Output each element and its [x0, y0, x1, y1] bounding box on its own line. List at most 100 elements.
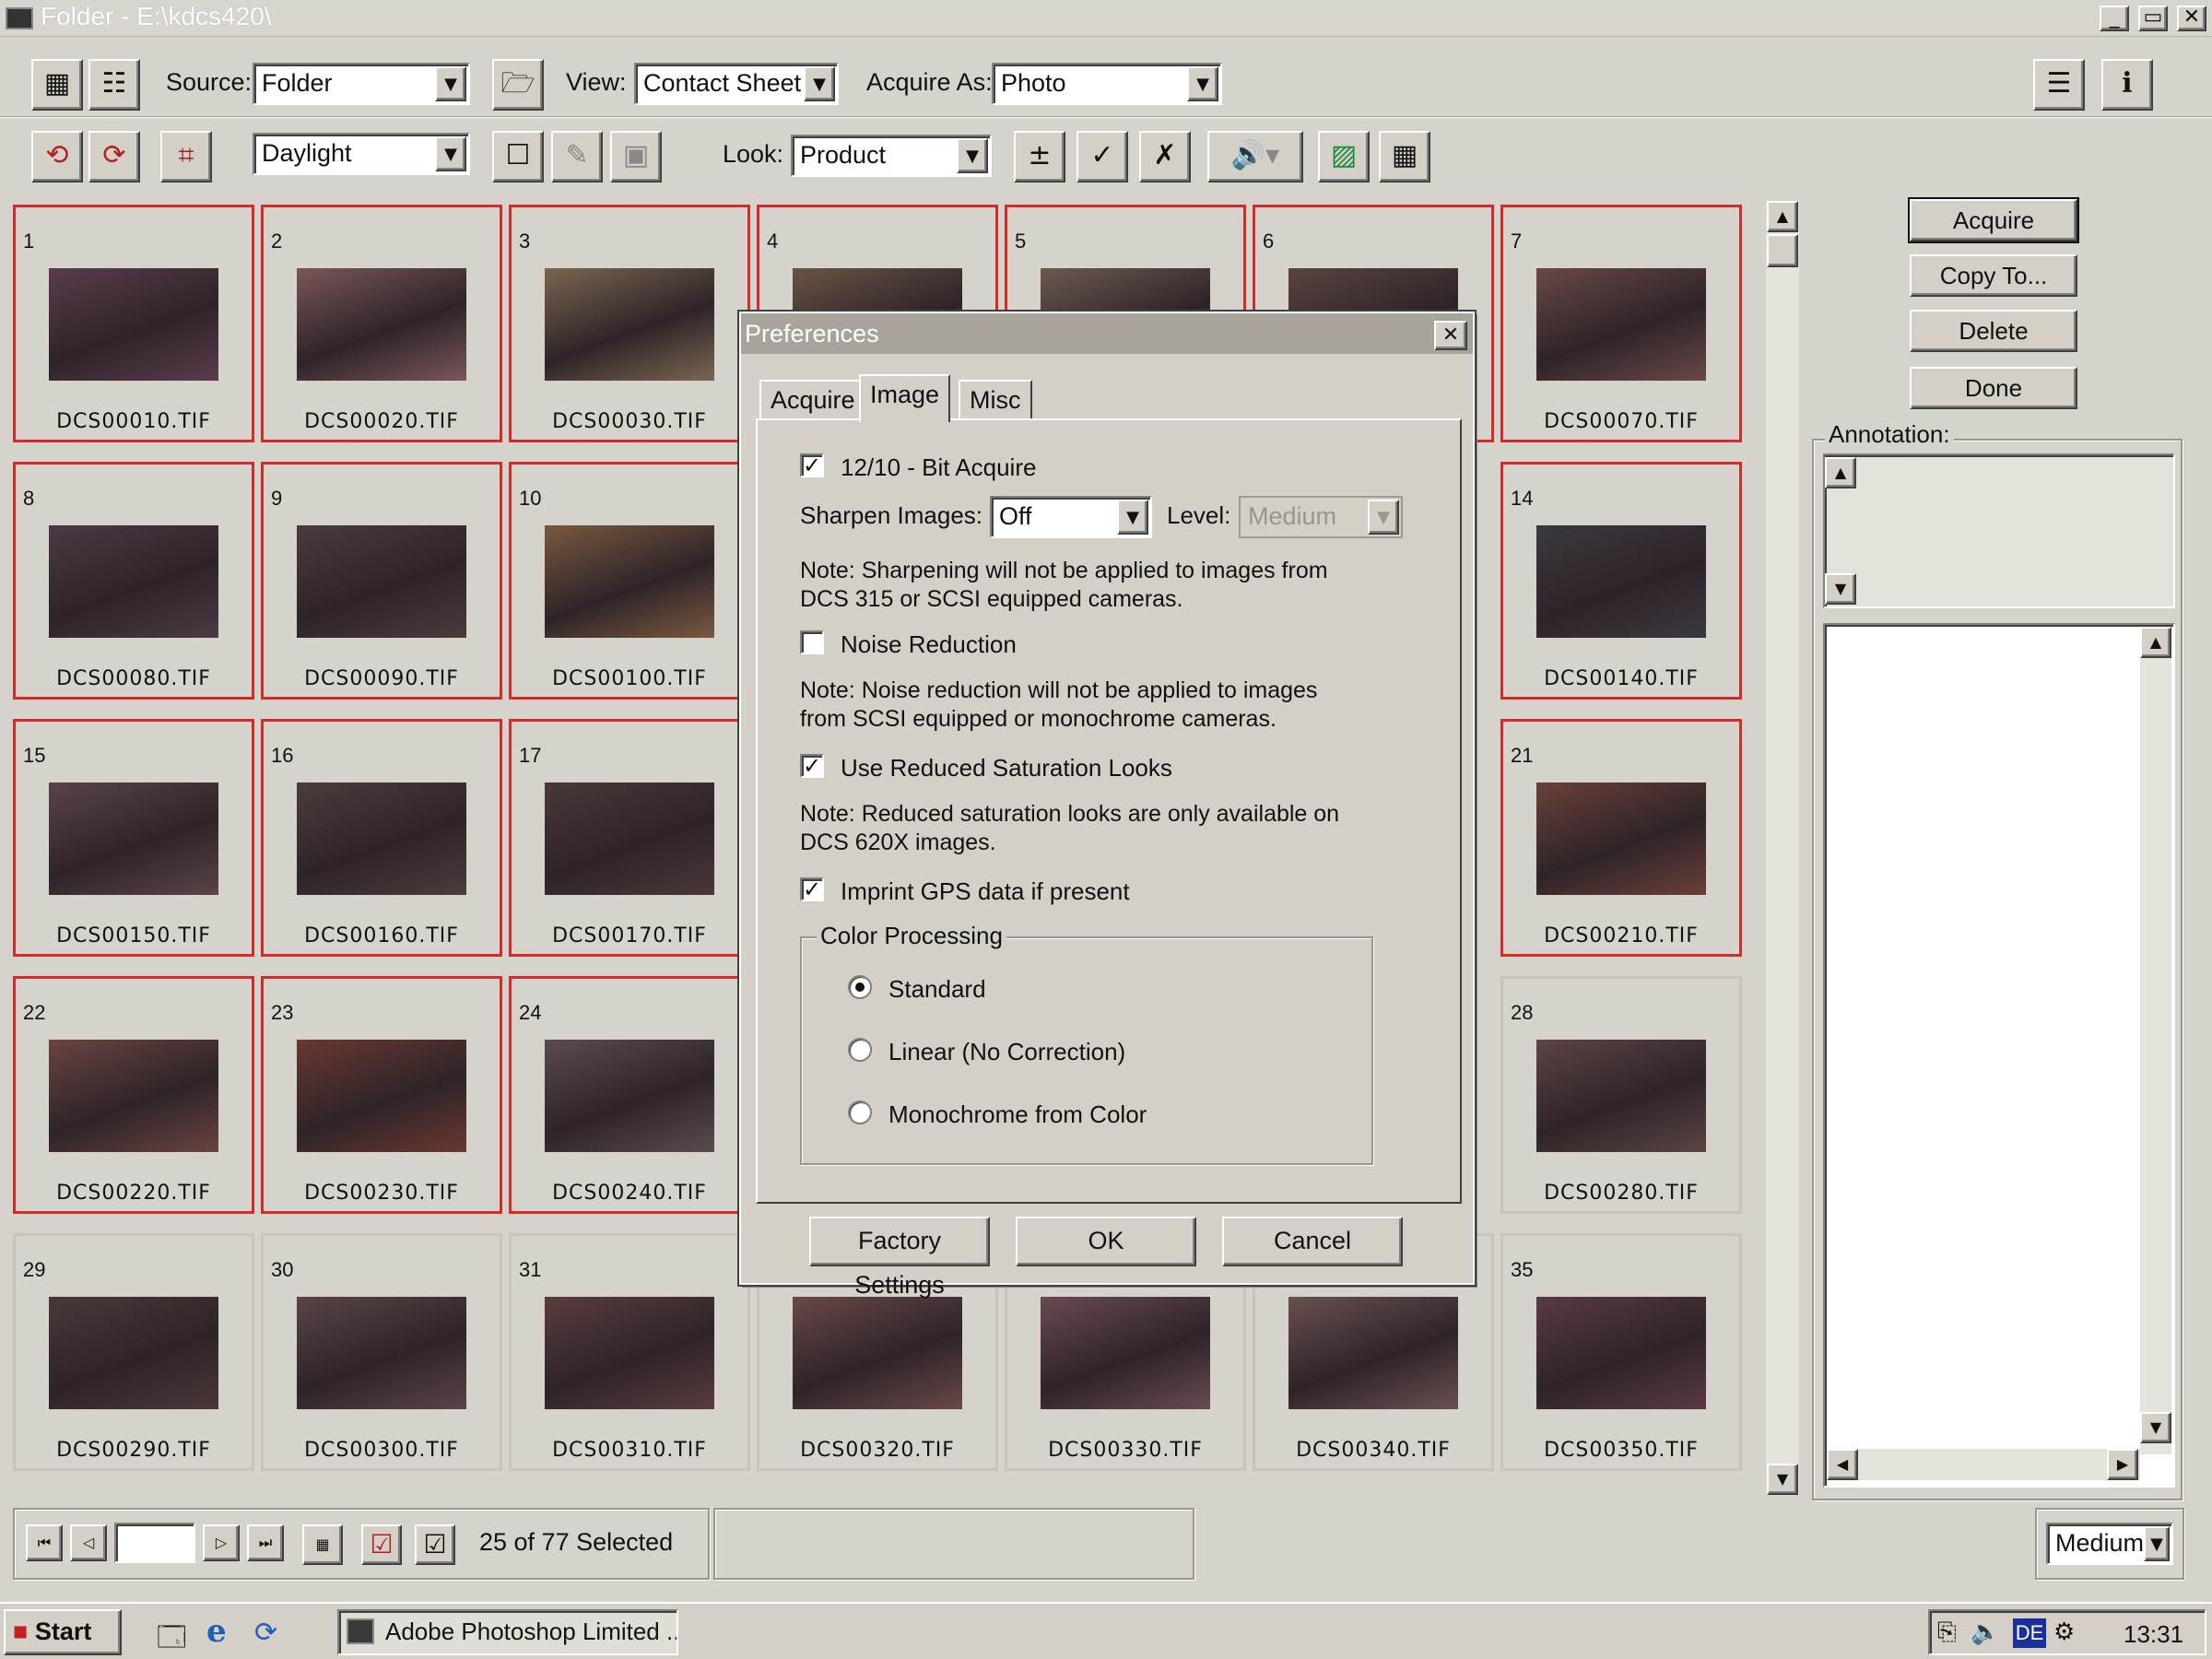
list-scroll-up-icon[interactable]: ▲	[2140, 627, 2171, 658]
chevron-down-icon[interactable]: ▼	[435, 66, 466, 101]
annotation-list-vscroll[interactable]	[2140, 627, 2171, 1454]
thumbnail-image[interactable]	[1536, 782, 1706, 895]
taskbar-task-photoshop[interactable]: Adobe Photoshop Limited ...	[337, 1609, 678, 1655]
view-select[interactable]: Contact Sheet ▼	[634, 63, 839, 105]
save-settings-icon[interactable]: ▣	[610, 131, 662, 182]
thumbnail-cell[interactable]: 30 DCS00300.TIF	[261, 1233, 502, 1471]
select-all-icon[interactable]: ☑	[361, 1524, 402, 1565]
thumbnail-cell[interactable]: 8 DCS00080.TIF	[13, 462, 254, 700]
tab-misc[interactable]: Misc	[959, 380, 1032, 420]
close-window-button[interactable]: ✕	[2177, 6, 2206, 31]
last-page-icon[interactable]: ⏭	[247, 1524, 284, 1561]
thumbnail-cell[interactable]: 7 DCS00070.TIF	[1500, 205, 1742, 442]
annotation-list-hscroll[interactable]	[1827, 1449, 2140, 1480]
network-icon[interactable]: ⎘	[1937, 1618, 1957, 1647]
dialog-close-button[interactable]: ✕	[1434, 321, 1467, 350]
sharpen-select[interactable]: Off ▼	[990, 496, 1152, 538]
thumbnail-cell[interactable]: 22 DCS00220.TIF	[13, 976, 254, 1214]
thumbnail-image[interactable]	[1536, 268, 1706, 381]
thumbnail-cell[interactable]: 31 DCS00310.TIF	[509, 1233, 750, 1471]
annotation-scroll-up-icon[interactable]: ▲	[1825, 457, 1856, 488]
thumbnail-image[interactable]	[49, 1297, 218, 1409]
check-icon[interactable]: ✓	[1077, 131, 1128, 182]
page-number-input[interactable]	[114, 1523, 195, 1563]
look-select[interactable]: Product ▼	[791, 135, 992, 177]
calendar-icon[interactable]: ▦	[1379, 131, 1430, 182]
thumbnail-view-icon[interactable]: ▦	[31, 59, 83, 111]
list-scroll-left-icon[interactable]: ◀	[1827, 1449, 1858, 1480]
restore-button[interactable]: ▭	[2138, 6, 2168, 31]
thumbnail-image[interactable]	[1536, 1297, 1706, 1409]
annotation-scroll-down-icon[interactable]: ▼	[1825, 573, 1856, 605]
chevron-down-icon[interactable]: ▼	[435, 136, 466, 171]
thumbnail-cell[interactable]: 2 DCS00020.TIF	[261, 205, 502, 442]
quick-launch-ie-icon[interactable]: e	[206, 1613, 227, 1650]
thumbnail-image[interactable]	[545, 1297, 714, 1409]
done-button[interactable]: Done	[1910, 367, 2077, 409]
deselect-icon[interactable]: ☑	[415, 1524, 455, 1565]
chevron-down-icon[interactable]: ▼	[2144, 1526, 2170, 1561]
open-folder-icon[interactable]: 🗁	[492, 59, 544, 111]
ok-button[interactable]: OK	[1016, 1217, 1196, 1266]
acquire-as-select[interactable]: Photo ▼	[992, 63, 1222, 105]
thumbnail-image[interactable]	[49, 782, 218, 895]
tab-image[interactable]: Image	[859, 374, 951, 422]
thumbnail-cell[interactable]: 3 DCS00030.TIF	[509, 205, 750, 442]
copy-to-button[interactable]: Copy To...	[1910, 254, 2077, 297]
noise-reduction-checkbox[interactable]	[800, 630, 824, 654]
acquire-button[interactable]: Acquire	[1908, 197, 2079, 243]
thumbnail-image[interactable]	[297, 525, 466, 638]
thumbnail-image[interactable]	[49, 525, 218, 638]
radio-standard[interactable]	[848, 975, 872, 999]
marquee-icon[interactable]: ☐	[492, 131, 544, 182]
thumbnail-image[interactable]	[545, 782, 714, 895]
thumbnail-image[interactable]	[1536, 1040, 1706, 1152]
eyedropper-icon[interactable]: ✎	[551, 131, 603, 182]
source-select[interactable]: Folder ▼	[253, 63, 470, 105]
thumbnail-cell[interactable]: 17 DCS00170.TIF	[509, 719, 750, 957]
thumbnail-image[interactable]	[1288, 1297, 1458, 1409]
thumbnail-cell[interactable]: 14 DCS00140.TIF	[1500, 462, 1742, 700]
quick-launch-desktop-icon[interactable]: 🗔	[157, 1617, 187, 1659]
thumbnail-image[interactable]	[297, 1040, 466, 1152]
thumbnail-cell[interactable]: 15 DCS00150.TIF	[13, 719, 254, 957]
quick-launch-channels-icon[interactable]: ⟳	[254, 1617, 277, 1649]
scroll-thumb[interactable]	[1767, 234, 1798, 267]
thumbnail-cell[interactable]: 21 DCS00210.TIF	[1500, 719, 1742, 957]
radio-monochrome[interactable]	[848, 1100, 872, 1124]
rotate-left-icon[interactable]: ⟲	[31, 131, 83, 182]
thumbnail-cell[interactable]: 35 DCS00350.TIF	[1500, 1233, 1742, 1471]
thumbnail-image[interactable]	[49, 268, 218, 381]
imprint-gps-checkbox[interactable]: ✓	[800, 877, 824, 901]
chevron-down-icon[interactable]: ▼	[804, 66, 835, 101]
tray-app-icon[interactable]: ⚙	[2053, 1618, 2075, 1646]
tab-acquire[interactable]: Acquire	[759, 380, 866, 420]
lighting-select[interactable]: Daylight ▼	[253, 133, 470, 175]
start-button[interactable]: ■ Start	[4, 1609, 122, 1655]
bit-acquire-checkbox[interactable]: ✓	[800, 453, 824, 477]
speaker-icon[interactable]: 🔊▾	[1207, 131, 1303, 182]
thumbnail-image[interactable]	[545, 525, 714, 638]
thumbnail-cell[interactable]: 29 DCS00290.TIF	[13, 1233, 254, 1471]
factory-settings-button[interactable]: Factory Settings	[809, 1217, 990, 1299]
thumbnail-cell[interactable]: 23 DCS00230.TIF	[261, 976, 502, 1214]
first-page-icon[interactable]: ⏮	[26, 1524, 63, 1561]
thumbnail-cell[interactable]: 24 DCS00240.TIF	[509, 976, 750, 1214]
properties-icon[interactable]: ☰	[2033, 59, 2085, 111]
title-bar[interactable]: Folder - E:\kdcs420\ _ ▭ ✕	[0, 0, 2212, 37]
thumbnail-image[interactable]	[545, 268, 714, 381]
thumbnail-cell[interactable]: 28 DCS00280.TIF	[1500, 976, 1742, 1214]
delete-button[interactable]: Delete	[1910, 310, 2077, 352]
thumbnail-cell[interactable]: 16 DCS00160.TIF	[261, 719, 502, 957]
thumbnail-image[interactable]	[1536, 525, 1706, 638]
thumbnail-image[interactable]	[545, 1040, 714, 1152]
next-page-icon[interactable]: ▷	[203, 1524, 240, 1561]
radio-linear[interactable]	[848, 1038, 872, 1062]
minimize-button[interactable]: _	[2100, 6, 2129, 31]
uncheck-icon[interactable]: ✗	[1139, 131, 1191, 182]
chevron-down-icon[interactable]: ▼	[1187, 66, 1218, 101]
annotation-list[interactable]	[1823, 623, 2175, 1488]
grid-select-icon[interactable]: ▦	[302, 1524, 343, 1565]
rotate-right-icon[interactable]: ⟳	[88, 131, 140, 182]
image-info-icon[interactable]: ▨	[1318, 131, 1370, 182]
